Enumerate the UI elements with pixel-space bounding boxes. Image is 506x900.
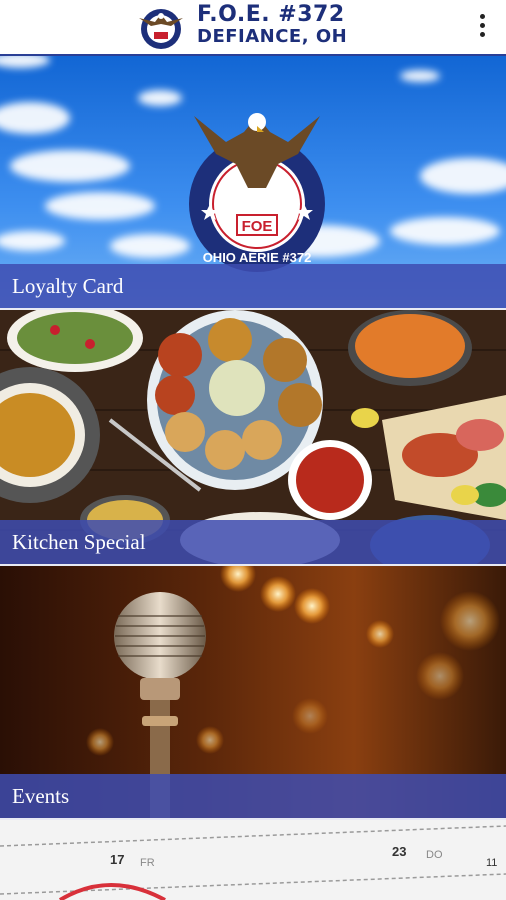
events-tile[interactable]: Events — [0, 566, 506, 818]
calendar-date-11: 11 — [486, 857, 497, 869]
more-vert-icon[interactable] — [472, 12, 494, 44]
calendar-day-do: DO — [426, 849, 443, 861]
aerie-emblem-logo: OHIO AERIE #372 FOE — [189, 113, 325, 272]
app-title-line1: F.O.E. #372 — [197, 2, 345, 27]
kitchen-special-tile[interactable]: Kitchen Special — [0, 310, 506, 564]
calendar-day-fr: FR — [140, 857, 155, 869]
menu-dot — [480, 23, 485, 28]
events-label: Events — [0, 774, 506, 818]
app-title-line2: DEFIANCE, OH — [197, 26, 348, 47]
app-header: F.O.E. #372 DEFIANCE, OH — [0, 0, 506, 55]
app-title: F.O.E. #372 DEFIANCE, OH — [197, 4, 347, 48]
emblem-center-text: FOE — [242, 218, 273, 235]
loyalty-card-label: Loyalty Card — [0, 264, 506, 308]
kitchen-special-label: Kitchen Special — [0, 520, 506, 564]
menu-dot — [480, 14, 485, 19]
emblem-bottom-text: OHIO AERIE #372 — [203, 250, 312, 265]
eagle-emblem-icon — [139, 9, 183, 49]
calendar-tile[interactable]: 17 FR 23 DO 11 — [0, 820, 506, 900]
menu-dot — [480, 32, 485, 37]
loyalty-card-tile[interactable]: OHIO AERIE #372 FOE Loyalty Card — [0, 56, 506, 308]
calendar-background: 17 FR 23 DO 11 — [0, 820, 506, 900]
calendar-date-23: 23 — [392, 844, 406, 859]
calendar-date-17: 17 — [110, 852, 124, 867]
